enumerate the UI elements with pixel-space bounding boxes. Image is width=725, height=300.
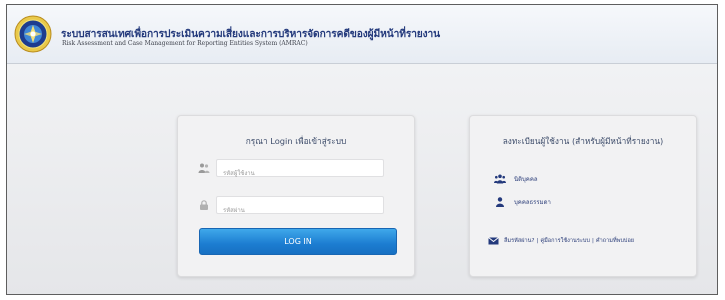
login-panel-title: กรุณา Login เพื่อเข้าสู่ระบบ [245,136,347,146]
users-icon [494,174,506,184]
help-links: ลืมรหัสผ่าน? | คู่มือการใช้งานระบบ | คำถ… [488,237,634,245]
register-panel-title: ลงทะเบียนผู้ใช้งาน (สำหรับผู้มีหน้าที่รา… [502,136,664,146]
password-input-box [216,196,384,219]
link-separator: | [591,238,594,244]
forgot-password-link[interactable]: ลืมรหัสผ่าน? [504,237,534,245]
main-content: กรุณา Login เพื่อเข้าสู่ระบบ รหัสผู้ใช้ง… [7,64,717,294]
login-panel: กรุณา Login เพื่อเข้าสู่ระบบ รหัสผู้ใช้ง… [177,115,415,277]
natural-person-label: บุคคลธรรมดา [514,199,551,206]
password-field [194,196,384,219]
lock-icon [200,200,208,210]
link-separator: | [536,238,539,244]
app-window: ระบบสารสนเทศเพื่อการประเมินความเสี่ยงและ… [6,4,718,295]
envelope-icon [488,237,499,245]
login-button[interactable]: LOG IN [199,228,397,255]
amrac-logo-icon [14,15,52,53]
juristic-person-label: นิติบุคคล [514,176,538,183]
password-input[interactable] [217,202,383,219]
register-natural-person-link[interactable]: บุคคลธรรมดา [494,196,551,208]
username-input[interactable] [217,165,383,182]
header-banner: ระบบสารสนเทศเพื่อการประเมินความเสี่ยงและ… [7,5,717,64]
register-panel: ลงทะเบียนผู้ใช้งาน (สำหรับผู้มีหน้าที่รา… [469,115,697,277]
register-juristic-person-link[interactable]: นิติบุคคล [494,173,538,185]
user-group-icon [198,163,210,173]
user-icon [496,197,504,207]
app-title-english: Risk Assessment and Case Management for … [62,40,308,47]
username-input-box [216,159,384,182]
faq-link[interactable]: คำถามที่พบบ่อย [596,237,634,245]
user-manual-link[interactable]: คู่มือการใช้งานระบบ [540,237,590,245]
username-field [194,159,384,182]
